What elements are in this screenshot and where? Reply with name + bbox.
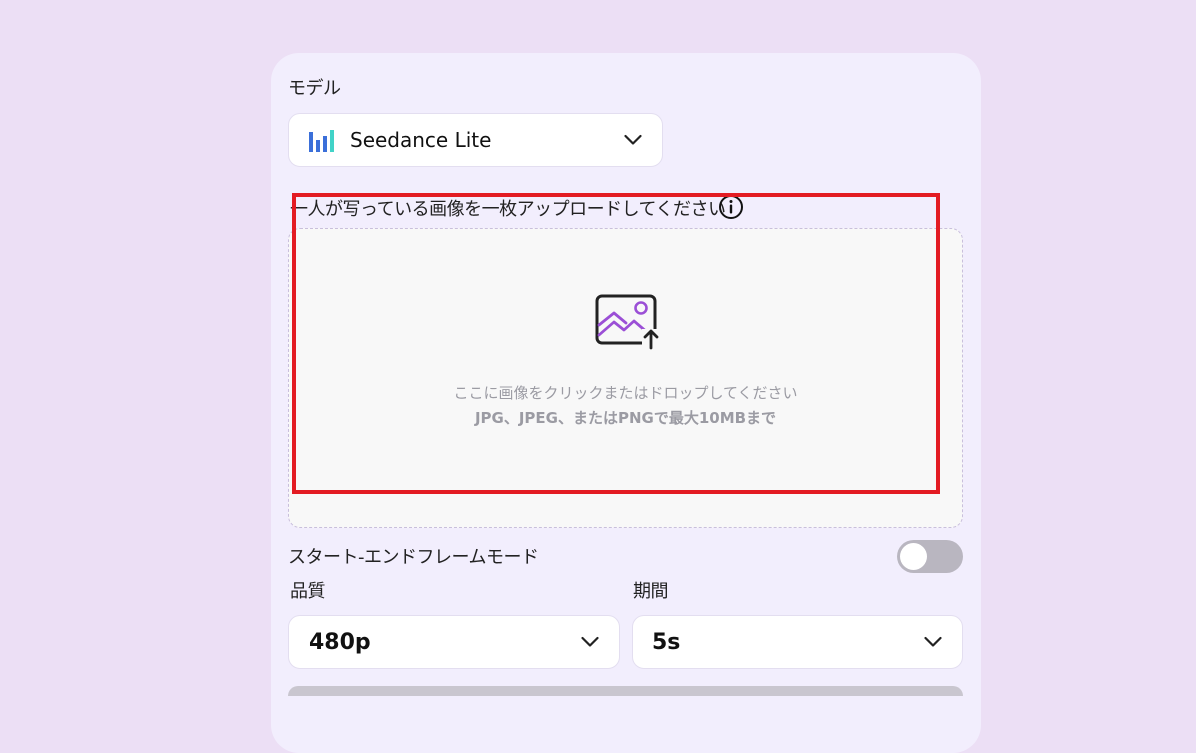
start-end-mode-toggle[interactable] — [897, 540, 963, 573]
chevron-down-icon — [581, 636, 599, 647]
info-icon[interactable] — [718, 194, 744, 220]
duration-select[interactable]: 5s — [632, 615, 963, 669]
model-select[interactable]: Seedance Lite — [288, 113, 663, 167]
model-label: モデル — [288, 78, 341, 99]
start-end-mode-label: スタート-エンドフレームモード — [288, 547, 539, 568]
quality-label: 品質 — [290, 581, 326, 602]
upload-instruction: ここに画像をクリックまたはドロップしてください — [453, 384, 798, 402]
image-upload-dropzone[interactable]: ここに画像をクリックまたはドロップしてください JPG、JPEG、またはPNGで… — [288, 228, 963, 528]
model-logo-icon — [309, 130, 334, 152]
duration-selected-value: 5s — [652, 629, 681, 655]
model-selected-value: Seedance Lite — [350, 128, 492, 152]
generate-button[interactable] — [288, 686, 963, 696]
toggle-knob — [900, 543, 927, 570]
chevron-down-icon — [624, 134, 642, 145]
quality-selected-value: 480p — [309, 629, 371, 655]
upload-file-requirements: JPG、JPEG、またはPNGで最大10MBまで — [474, 409, 777, 427]
upload-label: 一人が写っている画像を一枚アップロードしてください — [290, 199, 726, 220]
image-upload-icon — [595, 294, 660, 350]
duration-label: 期間 — [633, 581, 669, 602]
chevron-down-icon — [924, 636, 942, 647]
quality-select[interactable]: 480p — [288, 615, 620, 669]
